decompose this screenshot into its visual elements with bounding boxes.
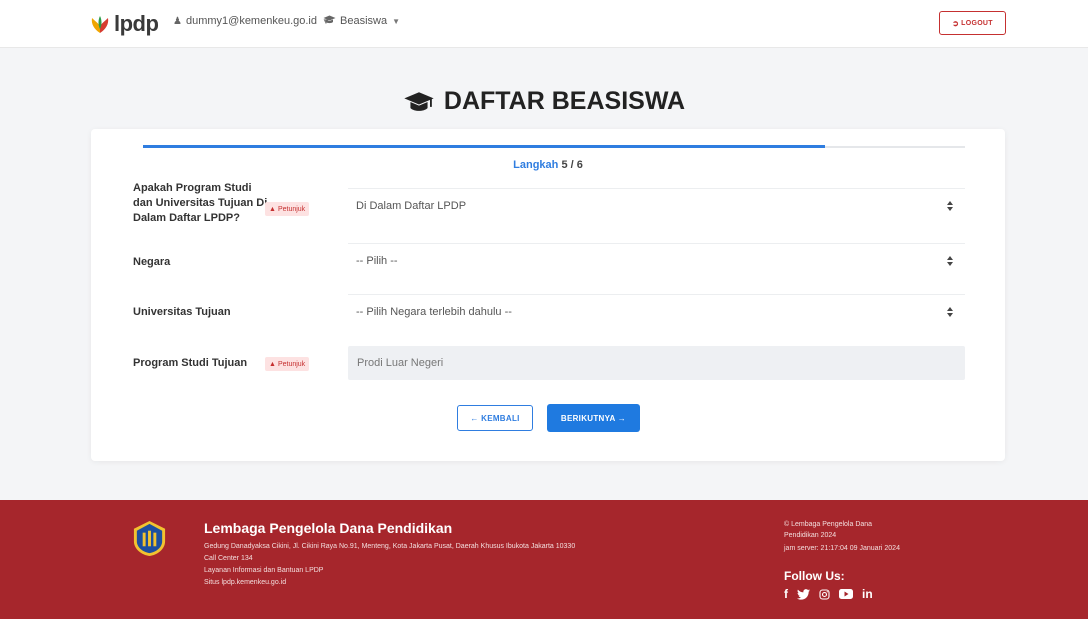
social-links: f in [784,587,882,601]
hint-badge[interactable]: ▲ Petunjuk [265,202,310,216]
warning-icon: ▲ [269,360,276,368]
brand-logo[interactable]: lpdp [89,9,159,39]
beasiswa-menu-dropdown[interactable]: Beasiswa ▼ [323,15,400,27]
site-footer: Lembaga Pengelola Dana Pendidikan Gedung… [0,500,1088,619]
twitter-icon[interactable] [797,588,810,600]
graduation-cap-icon [323,15,336,27]
step-progress-bar [143,145,965,148]
field-label-program-in-list: Apakah Program Studi dan Universitas Tuj… [133,182,268,224]
next-button[interactable]: BERIKUTNYA → [547,404,640,432]
facebook-icon[interactable]: f [784,587,788,601]
user-email: dummy1@kemenkeu.go.id [185,15,317,27]
back-button[interactable]: ← KEMBALI [457,405,533,431]
lpdp-logo-icon [91,16,109,33]
field-label-negara: Negara [133,256,171,268]
user-menu-dropdown[interactable]: ♟ dummy1@kemenkeu.go.id ▼ [173,15,330,27]
footer-copyright-2: Pendidikan 2024 [784,532,837,539]
universitas-select[interactable]: -- Pilih Negara terlebih dahulu -- [348,294,965,328]
page-title-text: DAFTAR BEASISWA [443,87,686,115]
select-value: -- Pilih -- [356,254,398,267]
youtube-icon[interactable] [839,589,853,599]
step-count: 5 / 6 [561,159,583,171]
footer-service: Layanan Informasi dan Bantuan LPDP [204,567,324,574]
user-icon: ♟ [173,15,182,27]
program-in-list-select[interactable]: Di Dalam Daftar LPDP [348,188,965,222]
footer-org-name: Lembaga Pengelola Dana Pendidikan [204,520,453,536]
select-value: Di Dalam Daftar LPDP [356,199,467,212]
hint-label: Petunjuk [277,360,306,368]
footer-call-center: Call Center 134 [204,555,253,562]
brand-name: lpdp [114,11,159,36]
beasiswa-label: Beasiswa [340,15,388,27]
negara-select[interactable]: -- Pilih -- [348,243,965,277]
select-value: -- Pilih Negara terlebih dahulu -- [356,305,512,318]
hint-label: Petunjuk [277,205,306,213]
page-title: DAFTAR BEASISWA [0,87,1088,116]
program-studi-input[interactable]: Prodi Luar Negeri [348,346,965,380]
top-navbar: lpdp ♟ dummy1@kemenkeu.go.id ▼ Beasiswa … [0,0,1088,48]
step-word: Langkah [513,159,559,171]
registration-form-card: Langkah 5 / 6 Apakah Program Studi dan U… [91,129,1005,461]
footer-server-time: jam server: 21:17:04 09 Januari 2024 [784,545,900,552]
input-value: Prodi Luar Negeri [357,357,444,369]
linkedin-icon[interactable]: in [862,587,873,601]
logout-label: LOGOUT [961,19,993,27]
footer-address: Gedung Danadyaksa Cikini, Jl. Cikini Ray… [204,543,576,550]
logout-button[interactable]: ➲ LOGOUT [939,11,1006,35]
field-label-program-studi: Program Studi Tujuan [133,357,248,369]
graduation-cap-icon [403,91,435,113]
kemenkeu-emblem-icon [133,520,166,557]
instagram-icon[interactable] [819,588,830,600]
select-arrows-icon [947,256,953,266]
select-arrows-icon [947,307,953,317]
hint-badge[interactable]: ▲ Petunjuk [265,357,310,371]
step-indicator: Langkah 5 / 6 [91,159,1005,171]
select-arrows-icon [947,201,953,211]
step-progress-fill [143,145,826,148]
warning-icon: ▲ [269,205,276,213]
follow-us-title: Follow Us: [784,569,845,583]
logout-icon: ➲ [952,18,960,28]
footer-copyright-1: © Lembaga Pengelola Dana [784,521,873,528]
chevron-down-icon: ▼ [392,16,400,26]
footer-site-link[interactable]: Situs lpdp.kemenkeu.go.id [204,579,286,586]
field-label-universitas: Universitas Tujuan [133,306,231,318]
